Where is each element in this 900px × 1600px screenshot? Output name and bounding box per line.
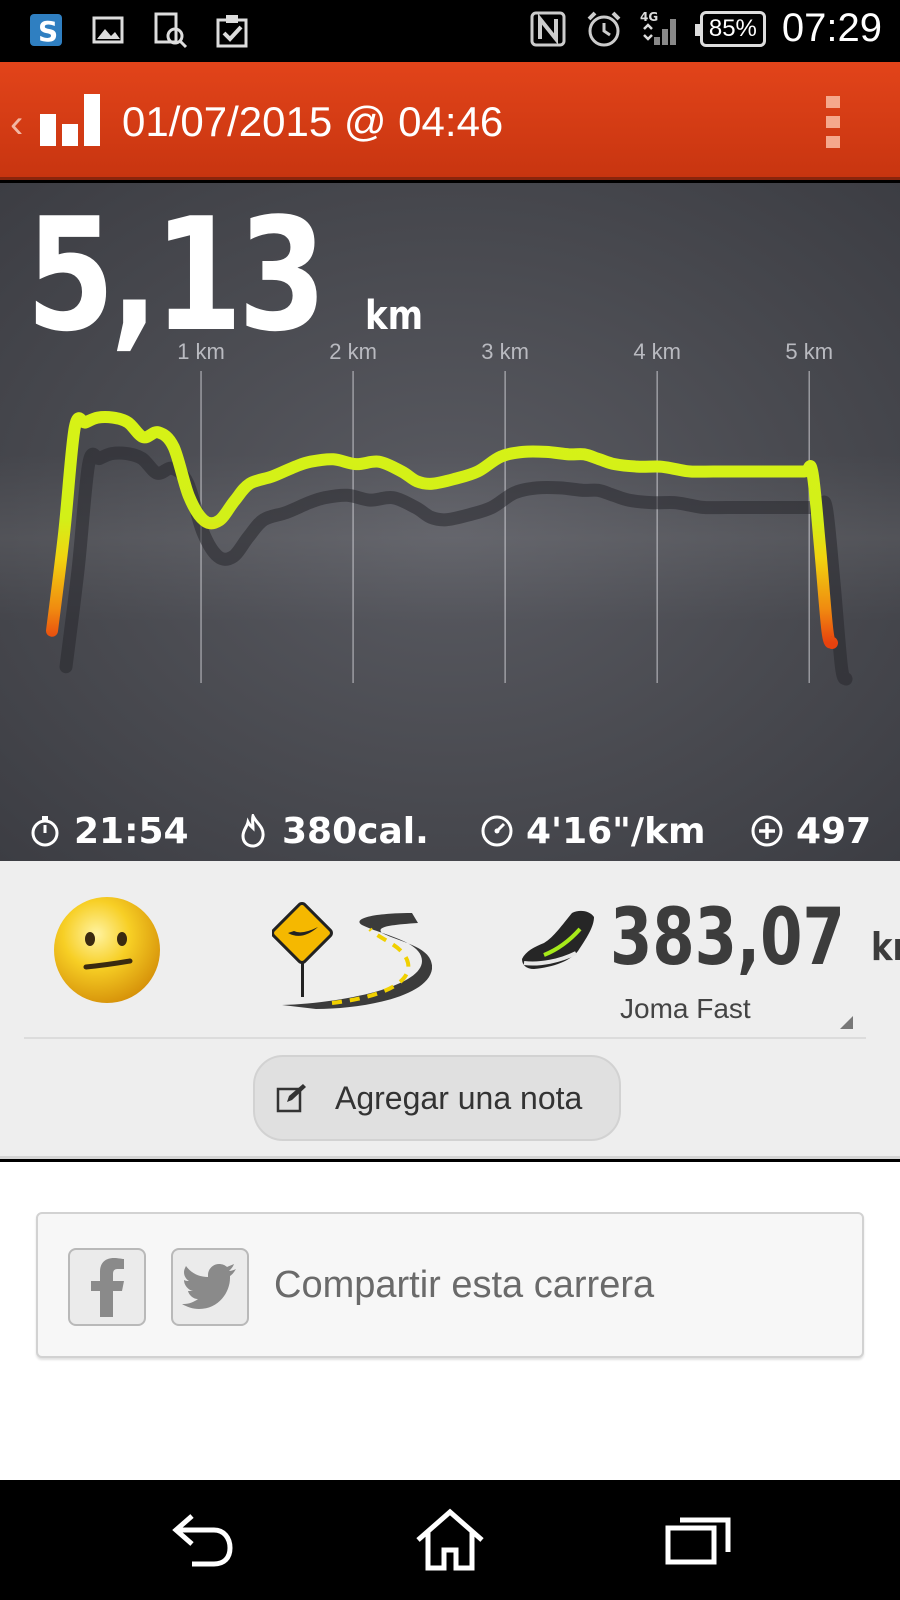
shoe-distance-value: 383,07: [610, 893, 845, 983]
stat-calories: 380cal.: [236, 811, 429, 852]
x-tick-label: 4 km: [633, 339, 681, 364]
add-note-button[interactable]: Agregar una nota: [253, 1055, 621, 1141]
battery-level: 85%: [708, 14, 757, 42]
back-chevron-icon[interactable]: ‹: [10, 102, 23, 147]
run-chart-panel: 1 km 2 km 3 km 4 km 5 km 5,13 km 21:54 380ca…: [0, 183, 900, 861]
share-section: Compartir esta carrera: [0, 1162, 900, 1480]
road-terrain-icon[interactable]: [272, 899, 432, 1009]
x-tick-label: 3 km: [481, 339, 529, 364]
neutral-smiley-icon[interactable]: [52, 895, 162, 1005]
add-note-label: Agregar una nota: [335, 1079, 583, 1116]
share-label: Compartir esta carrera: [274, 1264, 655, 1306]
battery-icon: 85%: [694, 10, 766, 47]
screenshot-search-icon: [154, 12, 188, 49]
speedometer-icon: [481, 815, 513, 847]
signal-icon: 4G: [640, 10, 676, 45]
stat-fuel: 497: [750, 811, 871, 852]
gallery-icon: [92, 16, 124, 44]
notification-icons: S: [26, 10, 252, 50]
clipboard-check-icon: [216, 15, 248, 48]
run-details: 383,07 km Joma Fast Agregar una nota: [0, 861, 900, 1159]
shoe-distance-unit: km: [871, 925, 900, 969]
shoe-dropdown-icon[interactable]: [840, 1016, 853, 1029]
s-app-icon: S: [30, 14, 62, 48]
duration-value: 21:54: [74, 810, 189, 852]
share-card[interactable]: Compartir esta carrera: [36, 1212, 864, 1358]
distance-unit: km: [364, 293, 423, 339]
run-date-title: 01/07/2015 @ 04:46: [122, 98, 504, 145]
flame-icon: [241, 814, 265, 848]
navigation-bar: [0, 1480, 900, 1600]
stat-duration: 21:54: [28, 811, 189, 852]
home-nav-icon[interactable]: [410, 1508, 490, 1572]
calories-value: 380cal.: [282, 810, 429, 852]
overflow-menu-icon[interactable]: [826, 96, 842, 148]
clock: 07:29: [781, 6, 882, 50]
twitter-icon[interactable]: [171, 1248, 249, 1326]
shoe-distance: 383,07 km: [610, 899, 900, 977]
divider: [24, 1037, 866, 1039]
svg-text:4G: 4G: [640, 10, 658, 24]
distance-value: 5,13: [26, 184, 327, 366]
facebook-icon[interactable]: [68, 1248, 146, 1326]
stat-pace: 4'16"/km: [480, 811, 706, 852]
stopwatch-icon: [31, 816, 59, 847]
shoe-icon: [522, 910, 594, 969]
pace-value: 4'16"/km: [526, 810, 706, 852]
stats-row: 21:54 380cal. 4'16"/km 497: [0, 801, 900, 861]
edit-note-icon: [276, 1084, 306, 1113]
app-bar: ‹ 01/07/2015 @ 04:46: [0, 62, 900, 180]
x-tick-label: 5 km: [785, 339, 833, 364]
status-bar: S 4G 85% 07:29: [0, 0, 900, 62]
shoe-name[interactable]: Joma Fast: [620, 993, 751, 1025]
fuel-value: 497: [796, 810, 872, 852]
alarm-icon: [587, 11, 621, 46]
back-nav-icon[interactable]: [162, 1508, 242, 1572]
fuel-plus-icon: [751, 815, 783, 847]
svg-text:S: S: [38, 15, 58, 48]
system-icons: 4G 85% 07:29: [528, 6, 882, 51]
nfc-icon: [530, 11, 566, 46]
recents-nav-icon[interactable]: [660, 1508, 740, 1572]
total-distance: 5,13 km: [26, 197, 433, 353]
bar-chart-logo-icon[interactable]: [40, 94, 102, 146]
